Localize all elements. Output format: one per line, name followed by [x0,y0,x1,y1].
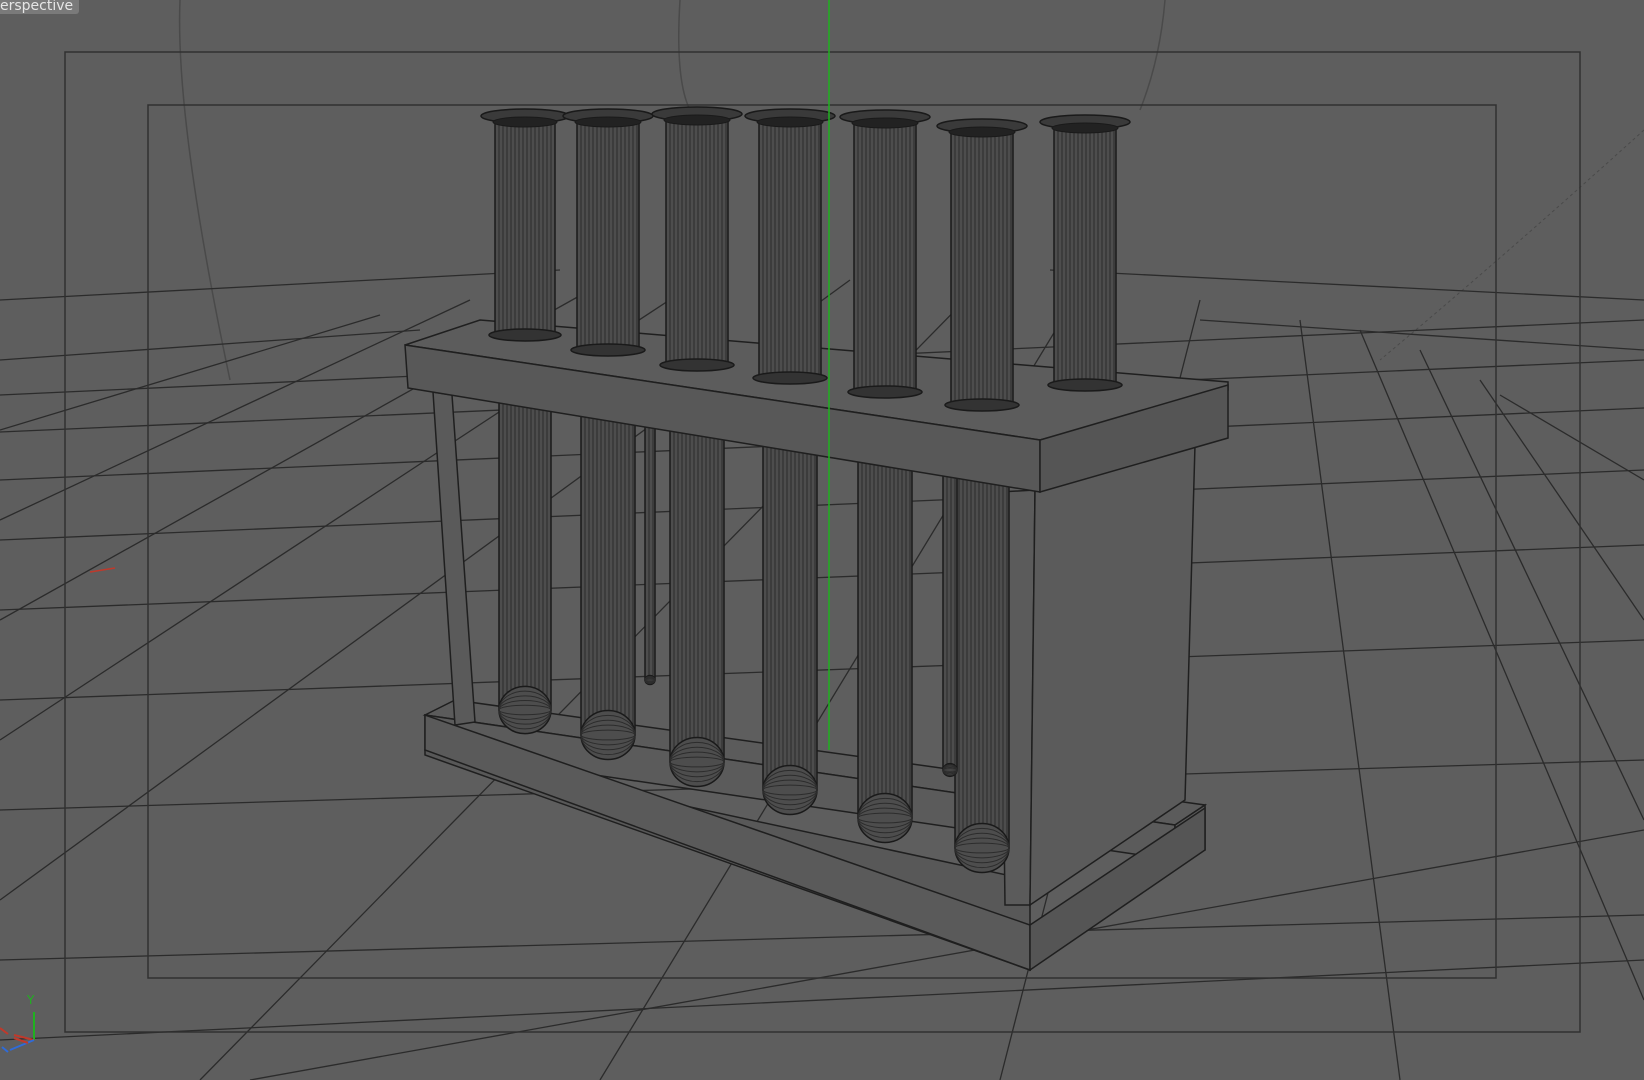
tube-rim [492,116,558,128]
tube-rim [574,116,642,128]
grid-line [1299,319,1401,1080]
scene-canvas[interactable] [0,0,1644,1080]
tube-body [494,121,556,336]
test-tube [762,427,818,816]
grid-line [0,959,1644,1041]
test-tube [758,121,822,379]
test-tube [669,414,725,788]
test-tube [498,384,552,735]
grid-line [0,299,471,521]
rack-hole [847,385,923,399]
grid-line [0,914,1644,961]
grid-line [1479,379,1644,621]
tube-body [665,119,729,366]
grid-line [0,269,561,301]
tube-bottom [669,736,725,788]
tube-rim [851,117,919,129]
tube-body [950,131,1014,406]
test-tube [950,131,1014,406]
tube-bottom [954,822,1010,874]
grid-line [0,329,421,361]
test-tube [576,121,640,351]
rack-hole [659,358,735,372]
rack-hole [752,371,828,385]
tube-body [576,121,640,351]
tube-bottom [498,685,552,735]
grid-line [1049,269,1644,301]
tube-bottom [580,709,636,761]
grid-line [0,469,1644,541]
test-tube [494,121,556,336]
tube-bottom [762,764,818,816]
grid-line [1419,349,1644,821]
tube-body [853,122,917,393]
grid-line [1499,394,1644,481]
view-name-label[interactable]: erspective [0,0,80,14]
dome-curve-left [178,0,231,381]
grid-line [1359,329,1644,1001]
tube-bottom [942,762,958,778]
gizmo-z-tick [1,1046,9,1053]
origin-x-marker [89,567,116,573]
rack-hole [1047,378,1123,392]
tube-rim [948,126,1016,138]
tube-bottom [857,792,913,844]
grid-line [0,314,381,431]
test-tube [1053,127,1117,386]
test-tube [857,441,913,844]
test-tube [580,399,636,761]
perspective-viewport[interactable]: erspective Y [0,0,1644,1080]
rack-hole [488,328,562,342]
tube-body [758,121,822,379]
test-tube [853,122,917,393]
dome-curve-right [1139,0,1166,111]
tube-body [1053,127,1117,386]
gizmo-x-tick [0,1027,9,1035]
rack-hole [944,398,1020,412]
grid-line [0,639,1644,701]
rack-hole [570,343,646,357]
dome-curve-center [678,0,691,111]
tube-rim [663,114,731,126]
tube-rim [1051,122,1119,134]
axis-gizmo [0,1012,35,1053]
test-tube [665,119,729,366]
test-tube [954,454,1010,874]
tube-rim [756,116,824,128]
gizmo-y-label: Y [27,993,35,1007]
